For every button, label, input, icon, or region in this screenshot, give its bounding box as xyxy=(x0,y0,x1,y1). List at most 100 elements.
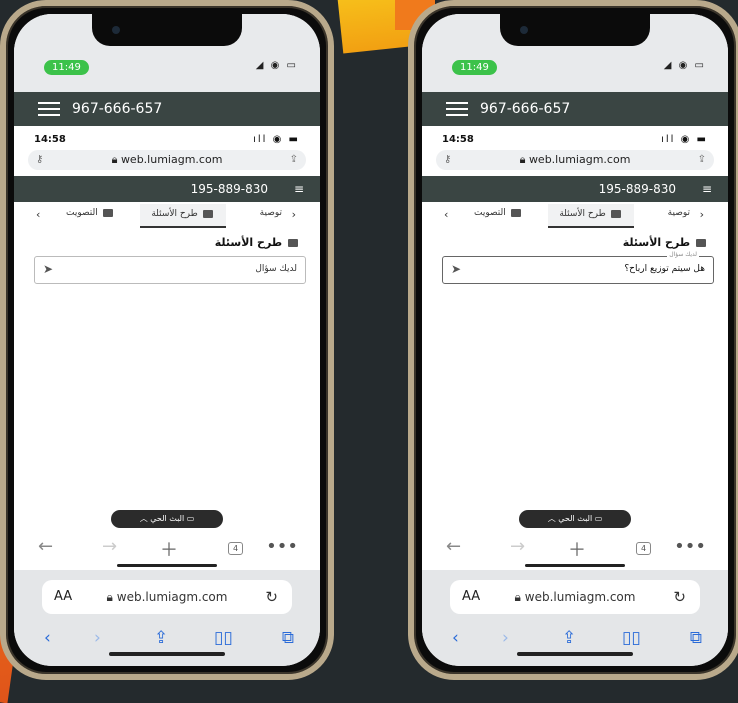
status-time: 11:49 xyxy=(452,60,497,75)
url-bar[interactable]: ⚷ 🔒︎ web.lumiagm.com ⇪ xyxy=(28,150,306,170)
share-icon[interactable]: ⇪ xyxy=(154,628,168,648)
tab-bar: ‹ التصويت طرح الأسئلة توصية › xyxy=(14,204,320,228)
home-indicator xyxy=(525,564,625,567)
back-arrow-icon[interactable]: ← xyxy=(38,536,53,557)
back-arrow-icon[interactable]: ← xyxy=(446,536,461,557)
bar-chart-icon xyxy=(102,208,113,217)
hamburger-menu-icon[interactable]: ≡ xyxy=(702,182,712,196)
tab-bar: ‹ التصويت طرح الأسئلة توصية › xyxy=(422,204,728,228)
camera-icon xyxy=(112,26,120,34)
reload-icon[interactable]: ↻ xyxy=(673,580,686,614)
share-icon[interactable]: ⇪ xyxy=(698,150,706,170)
url-text: web.lumiagm.com xyxy=(528,153,631,166)
tab-count[interactable]: 4 xyxy=(228,542,244,555)
more-icon[interactable]: ••• xyxy=(674,536,706,557)
notch xyxy=(92,14,242,46)
chevron-right-icon[interactable]: › xyxy=(700,208,704,221)
question-value: هل سيتم توزيع ارباح؟ xyxy=(624,264,705,274)
chevron-up-icon: ︿ xyxy=(547,514,556,523)
tabs-icon[interactable]: ⧉ xyxy=(690,628,702,648)
text-size-button[interactable]: AA xyxy=(54,580,72,614)
tab-ask-questions[interactable]: طرح الأسئلة xyxy=(548,204,634,228)
browser-nav-row: ← → ＋ 4 ••• xyxy=(14,532,320,562)
lock-icon: 🔒︎ xyxy=(111,153,118,166)
chevron-right-icon[interactable]: › xyxy=(292,208,296,221)
back-chevron-icon[interactable]: ‹ xyxy=(452,628,459,648)
chevron-left-icon[interactable]: ‹ xyxy=(444,208,448,221)
bar-chart-icon xyxy=(510,208,521,217)
site-header: 195-889-830 ≡ xyxy=(14,176,320,202)
inner-time: 14:58 xyxy=(34,134,66,145)
safari-bottom: AA 🔒︎ web.lumiagm.com ↻ ‹ › ⇪ ▯▯ ⧉ xyxy=(422,570,728,666)
chat-icon xyxy=(610,209,621,218)
live-label: البث الحي xyxy=(558,514,593,523)
lock-icon: 🔒︎ xyxy=(514,590,521,604)
signal-wifi-battery-icon: ıll ◉ ▬ xyxy=(661,134,708,145)
text-size-button[interactable]: AA xyxy=(462,580,480,614)
address-bar[interactable]: AA 🔒︎ web.lumiagm.com ↻ xyxy=(450,580,700,614)
reload-icon[interactable]: ↻ xyxy=(265,580,278,614)
url-bar[interactable]: ⚷ 🔒︎ web.lumiagm.com ⇪ xyxy=(436,150,714,170)
section-title-text: طرح الأسئلة xyxy=(214,236,283,249)
key-icon[interactable]: ⚷ xyxy=(444,150,451,170)
section-title: طرح الأسئلة xyxy=(623,236,708,249)
plus-icon[interactable]: ＋ xyxy=(568,536,586,562)
phone-screen: 11:49 ◢ ◉ ▭ 967-666-657 14:58 ıll ◉ ▬ ⚷ … xyxy=(14,14,320,666)
inner-status-bar: 14:58 ıll ◉ ▬ xyxy=(422,126,728,148)
more-icon[interactable]: ••• xyxy=(266,536,298,557)
url-text: web.lumiagm.com xyxy=(120,153,223,166)
key-icon[interactable]: ⚷ xyxy=(36,150,43,170)
safari-toolbar: ‹ › ⇪ ▯▯ ⧉ xyxy=(14,628,320,652)
inner-time: 14:58 xyxy=(442,134,474,145)
forward-arrow-icon[interactable]: → xyxy=(510,536,525,557)
hamburger-menu-icon[interactable]: ≡ xyxy=(294,182,304,196)
site-header: 195-889-830 ≡ xyxy=(422,176,728,202)
forward-chevron-icon[interactable]: › xyxy=(502,628,509,648)
tab-ask-label: طرح الأسئلة xyxy=(559,209,606,219)
question-placeholder: لديك سؤال xyxy=(255,264,297,274)
share-icon[interactable]: ⇪ xyxy=(562,628,576,648)
address-text: web.lumiagm.com xyxy=(524,590,636,604)
question-input[interactable]: لديك سؤال ➤ xyxy=(34,256,306,284)
back-chevron-icon[interactable]: ‹ xyxy=(44,628,51,648)
signal-wifi-battery-icon: ◢ ◉ ▭ xyxy=(663,60,706,71)
home-indicator xyxy=(517,652,633,656)
hamburger-menu-icon[interactable] xyxy=(38,102,60,116)
tab-count[interactable]: 4 xyxy=(636,542,652,555)
question-input[interactable]: لديك سؤال هل سيتم توزيع ارباح؟ ➤ xyxy=(442,251,714,284)
tabs-icon[interactable]: ⧉ xyxy=(282,628,294,648)
address-bar[interactable]: AA 🔒︎ web.lumiagm.com ↻ xyxy=(42,580,292,614)
forward-chevron-icon[interactable]: › xyxy=(94,628,101,648)
question-label: لديك سؤال xyxy=(667,251,699,258)
address-text: web.lumiagm.com xyxy=(116,590,228,604)
tab-vote[interactable]: التصويت xyxy=(474,208,523,218)
app-header: 967-666-657 xyxy=(14,92,320,126)
tab-recommendation[interactable]: توصية xyxy=(668,208,690,218)
chevron-up-icon: ︿ xyxy=(139,514,148,523)
chat-icon xyxy=(696,239,706,247)
site-phone-number: 195-889-830 xyxy=(598,182,676,196)
tab-ask-label: طرح الأسئلة xyxy=(151,209,198,219)
forward-arrow-icon[interactable]: → xyxy=(102,536,117,557)
bookmarks-icon[interactable]: ▯▯ xyxy=(214,628,233,648)
tab-recommendation[interactable]: توصية xyxy=(260,208,282,218)
inner-status-bar: 14:58 ıll ◉ ▬ xyxy=(14,126,320,148)
send-icon[interactable]: ➤ xyxy=(43,262,53,276)
tab-vote[interactable]: التصويت xyxy=(66,208,115,218)
plus-icon[interactable]: ＋ xyxy=(160,536,178,562)
home-indicator xyxy=(109,652,225,656)
cast-icon: ▭ xyxy=(594,514,603,523)
share-icon[interactable]: ⇪ xyxy=(290,150,298,170)
chevron-left-icon[interactable]: ‹ xyxy=(36,208,40,221)
live-stream-button[interactable]: ▭ البث الحي ︿ xyxy=(111,510,223,528)
home-indicator xyxy=(117,564,217,567)
safari-bottom: AA 🔒︎ web.lumiagm.com ↻ ‹ › ⇪ ▯▯ ⧉ xyxy=(14,570,320,666)
app-phone-number: 967-666-657 xyxy=(480,101,571,117)
tab-ask-questions[interactable]: طرح الأسئلة xyxy=(140,204,226,228)
hamburger-menu-icon[interactable] xyxy=(446,102,468,116)
live-stream-button[interactable]: ▭ البث الحي ︿ xyxy=(519,510,631,528)
bookmarks-icon[interactable]: ▯▯ xyxy=(622,628,641,648)
send-icon[interactable]: ➤ xyxy=(451,262,461,276)
status-time: 11:49 xyxy=(44,60,89,75)
tab-recommendation-label: توصية xyxy=(259,208,282,218)
